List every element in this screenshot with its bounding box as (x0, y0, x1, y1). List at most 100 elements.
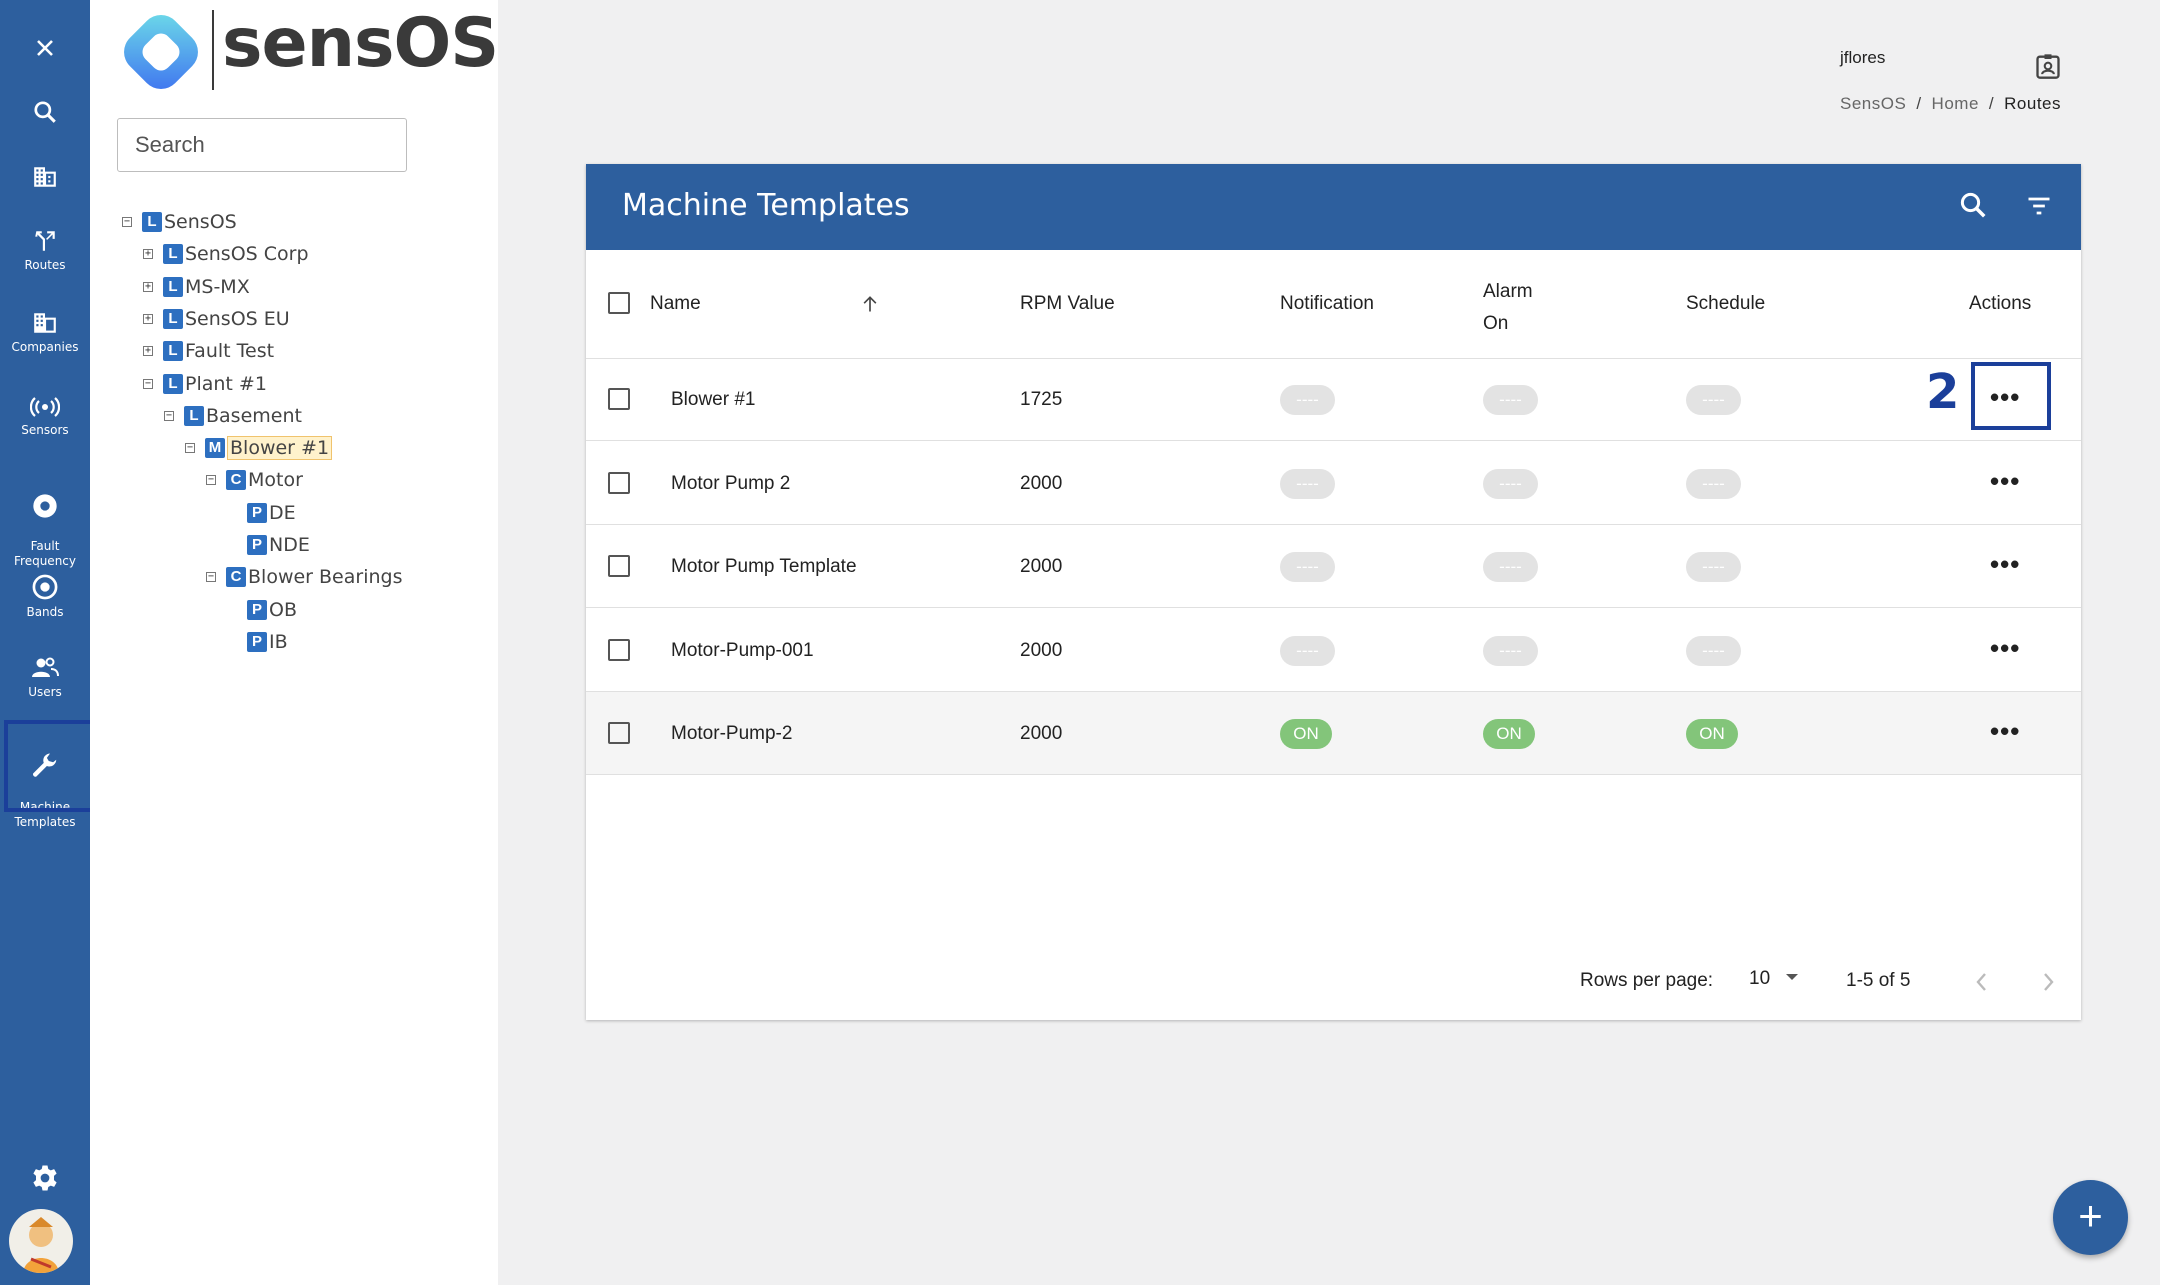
companies-icon (34, 313, 56, 333)
tree-node[interactable]: − C Blower Bearings (206, 563, 402, 591)
tree-node[interactable]: P OB (227, 596, 297, 624)
notification-toggle[interactable]: ---- (1280, 468, 1335, 499)
annotation-box-2 (1971, 362, 2051, 430)
avatar[interactable] (9, 1209, 73, 1273)
collapse-icon[interactable]: − (164, 410, 174, 421)
column-header-name[interactable]: Name (650, 293, 701, 315)
add-template-button[interactable]: + (2053, 1180, 2128, 1255)
more-actions-button[interactable]: ••• (1990, 635, 2020, 661)
tree-panel (90, 0, 498, 1285)
cell-rpm: 2000 (1020, 556, 1063, 577)
rail-item-fault-frequency[interactable]: Fault Frequency (0, 477, 90, 584)
collapse-icon[interactable]: − (185, 443, 195, 454)
close-button[interactable] (0, 36, 90, 64)
prev-page-icon[interactable] (1972, 971, 1992, 993)
notification-toggle[interactable]: ---- (1280, 385, 1335, 415)
tree-search-input[interactable] (117, 118, 407, 172)
tree-node[interactable]: − L SensOS (122, 208, 237, 236)
expand-icon[interactable]: + (143, 313, 153, 324)
select-all-checkbox[interactable] (608, 292, 630, 314)
column-header-schedule[interactable]: Schedule (1686, 293, 1765, 315)
row-checkbox[interactable] (608, 388, 630, 410)
alarm-toggle[interactable]: ---- (1483, 385, 1538, 415)
more-actions-button[interactable]: ••• (1990, 468, 2020, 494)
pagination-range: 1-5 of 5 (1846, 970, 1911, 991)
tree-node[interactable]: + L MS-MX (143, 273, 250, 301)
table-search-button[interactable] (1958, 190, 1988, 225)
column-header-rpm[interactable]: RPM Value (1020, 293, 1115, 315)
tree-node[interactable]: − L Basement (164, 402, 302, 430)
tree-node[interactable]: + L SensOS Corp (143, 240, 309, 268)
settings-button[interactable] (0, 1163, 90, 1197)
table-row[interactable]: Motor-Pump-001 2000 ---- ---- ---- ••• (586, 609, 2081, 692)
expand-icon[interactable]: + (143, 346, 153, 357)
more-actions-button[interactable]: ••• (1990, 551, 2020, 577)
rail-item-routes[interactable]: Routes (0, 228, 90, 273)
tree-node-label: IB (269, 630, 288, 653)
rail-label-fault-frequency: Fault Frequency (14, 539, 76, 568)
building-icon (34, 167, 56, 187)
route-icon (35, 231, 55, 251)
rail-search-button[interactable] (0, 99, 90, 129)
schedule-toggle[interactable]: ---- (1686, 635, 1741, 666)
table-row[interactable]: Motor-Pump-2 2000 ON ON ON ••• (586, 692, 2081, 775)
collapse-icon[interactable]: − (122, 217, 132, 227)
alarm-toggle[interactable]: ---- (1483, 468, 1538, 499)
schedule-toggle[interactable]: ---- (1686, 552, 1741, 582)
cell-name: Motor Pump Template (671, 556, 857, 577)
rail-item-users[interactable]: Users (0, 655, 90, 700)
more-actions-button[interactable]: ••• (1990, 718, 2020, 744)
alarm-toggle[interactable]: ---- (1483, 552, 1538, 582)
tree-node[interactable]: + L SensOS EU (143, 305, 290, 333)
rail-item-sensors[interactable]: Sensors (0, 395, 90, 438)
row-checkbox[interactable] (608, 638, 630, 661)
filter-button[interactable] (2024, 192, 2054, 225)
row-checkbox[interactable] (608, 722, 630, 744)
column-header-alarm-on[interactable]: Alarm On (1483, 276, 1533, 340)
schedule-toggle[interactable]: ---- (1686, 468, 1741, 499)
row-checkbox[interactable] (608, 471, 630, 494)
sort-arrow-up-icon[interactable] (860, 294, 880, 314)
profile-button[interactable] (2034, 52, 2062, 85)
schedule-toggle[interactable]: ---- (1686, 385, 1741, 415)
rail-label-users: Users (28, 685, 62, 699)
table-row[interactable]: Motor Pump Template 2000 ---- ---- ---- ••• (586, 525, 2081, 608)
machine-templates-card: Machine Templates Name RPM Value Notific… (586, 164, 2081, 1020)
notification-toggle[interactable]: ON (1280, 719, 1332, 749)
alarm-toggle[interactable]: ON (1483, 719, 1535, 749)
breadcrumb-item-sensos[interactable]: SensOS (1840, 94, 1906, 113)
notification-toggle[interactable]: ---- (1280, 552, 1335, 582)
breadcrumb-item-home[interactable]: Home (1932, 94, 1979, 113)
table-row[interactable]: Motor Pump 2 2000 ---- ---- ---- ••• (586, 442, 2081, 525)
notification-toggle[interactable]: ---- (1280, 635, 1335, 666)
tree-node[interactable]: − M Blower #1 (185, 434, 333, 462)
rail-label-routes: Routes (24, 258, 66, 272)
node-type-badge: L (184, 405, 204, 426)
bands-icon (32, 574, 58, 600)
tree-node[interactable]: − L Plant #1 (143, 370, 267, 398)
collapse-icon[interactable]: − (143, 378, 153, 389)
rail-building-button[interactable] (0, 164, 90, 194)
collapse-icon[interactable]: − (206, 475, 216, 486)
tree-node[interactable]: − C Motor (206, 466, 303, 494)
collapse-icon[interactable]: − (206, 572, 216, 583)
next-page-icon[interactable] (2038, 971, 2058, 993)
tree-node[interactable]: P NDE (227, 531, 310, 559)
expand-icon[interactable]: + (143, 281, 153, 292)
tree-node[interactable]: P IB (227, 628, 288, 656)
node-type-badge: C (226, 470, 246, 491)
rows-per-page-select[interactable]: 10 (1749, 968, 1801, 990)
schedule-toggle[interactable]: ON (1686, 719, 1738, 749)
alarm-toggle[interactable]: ---- (1483, 635, 1538, 666)
rail-item-bands[interactable]: Bands (0, 573, 90, 620)
tree-node[interactable]: + L Fault Test (143, 337, 274, 365)
expand-icon[interactable]: + (143, 249, 153, 260)
rail-item-companies[interactable]: Companies (0, 310, 90, 355)
column-header-notification[interactable]: Notification (1280, 293, 1374, 315)
tree-node-label: Blower Bearings (248, 566, 403, 589)
cell-name: Motor-Pump-001 (671, 639, 814, 661)
breadcrumb-item-current: Routes (2004, 94, 2062, 113)
tree-node[interactable]: P DE (227, 499, 296, 527)
row-checkbox[interactable] (608, 555, 630, 577)
table-row[interactable]: Blower #1 1725 ---- ---- ---- ••• (586, 358, 2081, 441)
